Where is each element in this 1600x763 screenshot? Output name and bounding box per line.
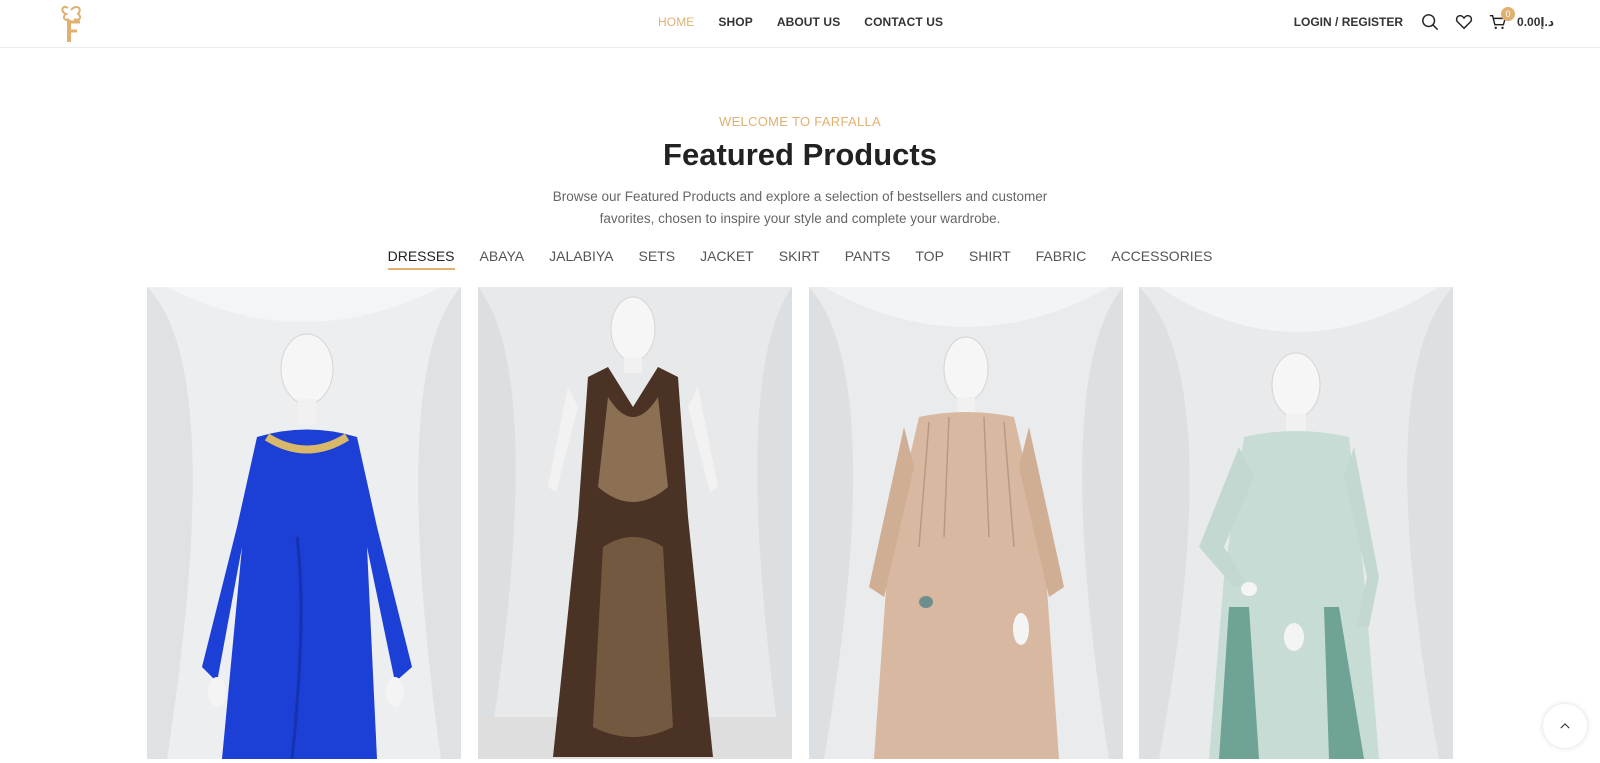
section-title: Featured Products [663,137,937,172]
tab-skirt[interactable]: SKIRT [779,248,820,270]
category-tabs: DRESSES ABAYA JALABIYA SETS JACKET SKIRT… [0,248,1600,270]
nav-contact-us[interactable]: CONTACT US [864,15,943,29]
tab-shirt[interactable]: SHIRT [969,248,1011,270]
tab-dresses[interactable]: DRESSES [387,248,455,270]
cart-count-badge: 0 [1501,7,1516,21]
tab-jacket[interactable]: JACKET [700,248,754,270]
scroll-to-top-button[interactable] [1543,704,1587,748]
tab-abaya[interactable]: ABAYA [480,248,525,270]
search-icon[interactable] [1419,11,1441,33]
chevron-up-icon [1560,723,1570,729]
product-image [147,287,461,759]
nav-about-us[interactable]: ABOUT US [777,15,840,29]
product-image [809,287,1123,759]
main-nav: HOME SHOP ABOUT US CONTACT US [658,0,943,44]
nav-shop[interactable]: SHOP [718,15,752,29]
cart-total[interactable]: 0.00د.إ [1517,15,1554,29]
heart-icon[interactable] [1453,11,1475,33]
login-register-link[interactable]: LOGIN / REGISTER [1294,15,1403,29]
product-grid [147,287,1453,761]
product-image [1139,287,1453,759]
tab-sets[interactable]: SETS [638,248,675,270]
product-card-blue-dress[interactable] [147,287,461,759]
tab-accessories[interactable]: ACCESSORIES [1111,248,1212,270]
logo-icon[interactable] [58,2,86,44]
tab-pants[interactable]: PANTS [845,248,891,270]
nav-home[interactable]: HOME [658,15,694,29]
product-image [478,287,792,759]
section-kicker: WELCOME TO FARFALLA [719,114,881,129]
tab-jalabiya[interactable]: JALABIYA [549,248,613,270]
site-header: HOME SHOP ABOUT US CONTACT US LOGIN / RE… [0,0,1600,48]
cart-icon[interactable]: 0 [1487,7,1516,33]
section-description: Browse our Featured Products and explore… [552,189,1048,226]
product-card-brown-dress[interactable] [478,287,792,759]
product-card-nude-dress[interactable] [809,287,1123,759]
tab-top[interactable]: TOP [915,248,944,270]
tab-fabric[interactable]: FABRIC [1036,248,1087,270]
product-card-mint-dress[interactable] [1139,287,1453,759]
header-tools: LOGIN / REGISTER 0 0.00د.إ [1294,0,1554,44]
